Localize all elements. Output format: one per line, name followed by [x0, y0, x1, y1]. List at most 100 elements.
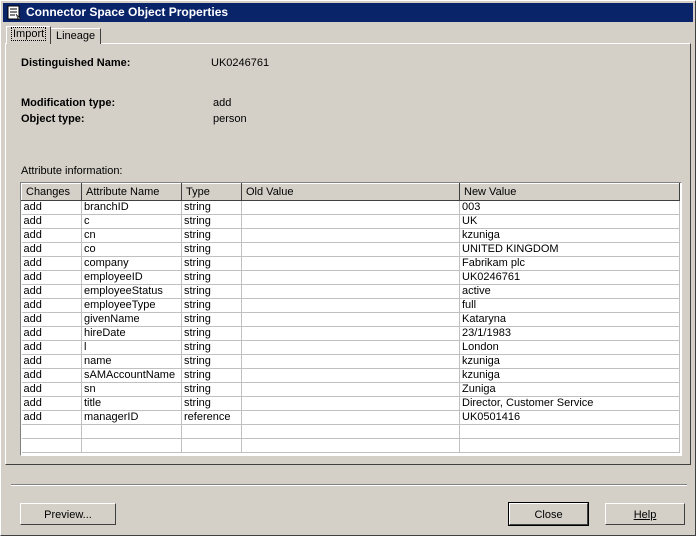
table-row[interactable]: add co string UNITED KINGDOM [21, 242, 680, 257]
table-row[interactable]: add sAMAccountName string kzuniga [21, 368, 680, 383]
cell-old-value [241, 270, 460, 285]
attribute-information-label: Attribute information: [21, 165, 123, 177]
cell-type: string [181, 340, 242, 355]
empty-row [21, 424, 680, 439]
table-row[interactable]: add title string Director, Customer Service [21, 396, 680, 411]
cell-new-value: active [459, 284, 680, 299]
footer-separator [11, 484, 687, 486]
empty-cell [21, 424, 82, 439]
modification-type-label: Modification type: [21, 97, 116, 109]
attribute-grid[interactable]: Changes Attribute Name Type Old Value Ne… [20, 182, 682, 456]
cell-old-value [241, 284, 460, 299]
cell-changes: add [21, 228, 82, 243]
cell-attribute-name: employeeStatus [81, 284, 182, 299]
column-header-type[interactable]: Type [181, 183, 242, 201]
cell-old-value [241, 200, 460, 215]
tab-lineage-label: Lineage [56, 30, 96, 42]
cell-old-value [241, 410, 460, 425]
cell-changes: add [21, 270, 82, 285]
help-button[interactable]: Help [605, 503, 685, 525]
cell-old-value [241, 326, 460, 341]
table-row[interactable]: add company string Fabrikam plc [21, 256, 680, 271]
cell-new-value: kzuniga [459, 368, 680, 383]
cell-old-value [241, 214, 460, 229]
tab-lineage[interactable]: Lineage [50, 28, 102, 44]
table-row[interactable]: add name string kzuniga [21, 354, 680, 369]
preview-button[interactable]: Preview... [20, 503, 116, 525]
cell-attribute-name: c [81, 214, 182, 229]
cell-changes: add [21, 284, 82, 299]
cell-new-value: kzuniga [459, 354, 680, 369]
cell-type: string [181, 214, 242, 229]
cell-new-value: 003 [459, 200, 680, 215]
cell-old-value [241, 396, 460, 411]
cell-attribute-name: branchID [81, 200, 182, 215]
cell-attribute-name: cn [81, 228, 182, 243]
cell-changes: add [21, 354, 82, 369]
table-row[interactable]: add employeeStatus string active [21, 284, 680, 299]
cell-attribute-name: hireDate [81, 326, 182, 341]
cell-new-value: London [459, 340, 680, 355]
empty-cell [459, 438, 680, 453]
table-row[interactable]: add managerID reference UK0501416 [21, 410, 680, 425]
column-header-attribute-name[interactable]: Attribute Name [81, 183, 182, 201]
tab-import[interactable]: Import [6, 26, 52, 44]
cell-changes: add [21, 340, 82, 355]
cell-attribute-name: managerID [81, 410, 182, 425]
empty-cell [459, 424, 680, 439]
cell-attribute-name: name [81, 354, 182, 369]
cell-attribute-name: company [81, 256, 182, 271]
empty-row [21, 438, 680, 453]
table-row[interactable]: add cn string kzuniga [21, 228, 680, 243]
table-row[interactable]: add hireDate string 23/1/1983 [21, 326, 680, 341]
empty-cell [181, 438, 242, 453]
column-header-new-value[interactable]: New Value [459, 183, 680, 201]
window-title: Connector Space Object Properties [26, 5, 229, 19]
cell-old-value [241, 368, 460, 383]
table-row[interactable]: add sn string Zuniga [21, 382, 680, 397]
cell-changes: add [21, 312, 82, 327]
cell-changes: add [21, 368, 82, 383]
cell-new-value: Kataryna [459, 312, 680, 327]
help-button-label: Help [633, 509, 657, 521]
distinguished-name-label: Distinguished Name: [21, 57, 131, 69]
cell-old-value [241, 242, 460, 257]
empty-cell [21, 438, 82, 453]
table-row[interactable]: add l string London [21, 340, 680, 355]
table-row[interactable]: add employeeType string full [21, 298, 680, 313]
attribute-table: Changes Attribute Name Type Old Value Ne… [21, 183, 680, 453]
empty-cell [81, 438, 182, 453]
cell-new-value: kzuniga [459, 228, 680, 243]
attribute-header-row: Changes Attribute Name Type Old Value Ne… [21, 183, 680, 201]
tab-import-label: Import [11, 27, 47, 41]
cell-attribute-name: givenName [81, 312, 182, 327]
cell-new-value: UK0501416 [459, 410, 680, 425]
cell-changes: add [21, 396, 82, 411]
cell-new-value: Fabrikam plc [459, 256, 680, 271]
table-row[interactable]: add employeeID string UK0246761 [21, 270, 680, 285]
import-tab-panel: Distinguished Name: UK0246761 Modificati… [5, 43, 691, 465]
cell-attribute-name: employeeID [81, 270, 182, 285]
table-row[interactable]: add branchID string 003 [21, 200, 680, 215]
cell-old-value [241, 228, 460, 243]
cell-attribute-name: l [81, 340, 182, 355]
empty-cell [81, 424, 182, 439]
cell-type: string [181, 256, 242, 271]
cell-new-value: UNITED KINGDOM [459, 242, 680, 257]
cell-changes: add [21, 214, 82, 229]
close-button[interactable]: Close [508, 502, 589, 526]
table-row[interactable]: add c string UK [21, 214, 680, 229]
cell-changes: add [21, 410, 82, 425]
properties-icon [7, 5, 22, 20]
cell-old-value [241, 354, 460, 369]
cell-attribute-name: employeeType [81, 298, 182, 313]
empty-cell [241, 424, 460, 439]
column-header-changes[interactable]: Changes [21, 183, 82, 201]
column-header-old-value[interactable]: Old Value [241, 183, 460, 201]
table-row[interactable]: add givenName string Kataryna [21, 312, 680, 327]
cell-type: string [181, 396, 242, 411]
cell-type: string [181, 228, 242, 243]
cell-changes: add [21, 242, 82, 257]
title-bar[interactable]: Connector Space Object Properties [3, 3, 693, 22]
cell-changes: add [21, 382, 82, 397]
